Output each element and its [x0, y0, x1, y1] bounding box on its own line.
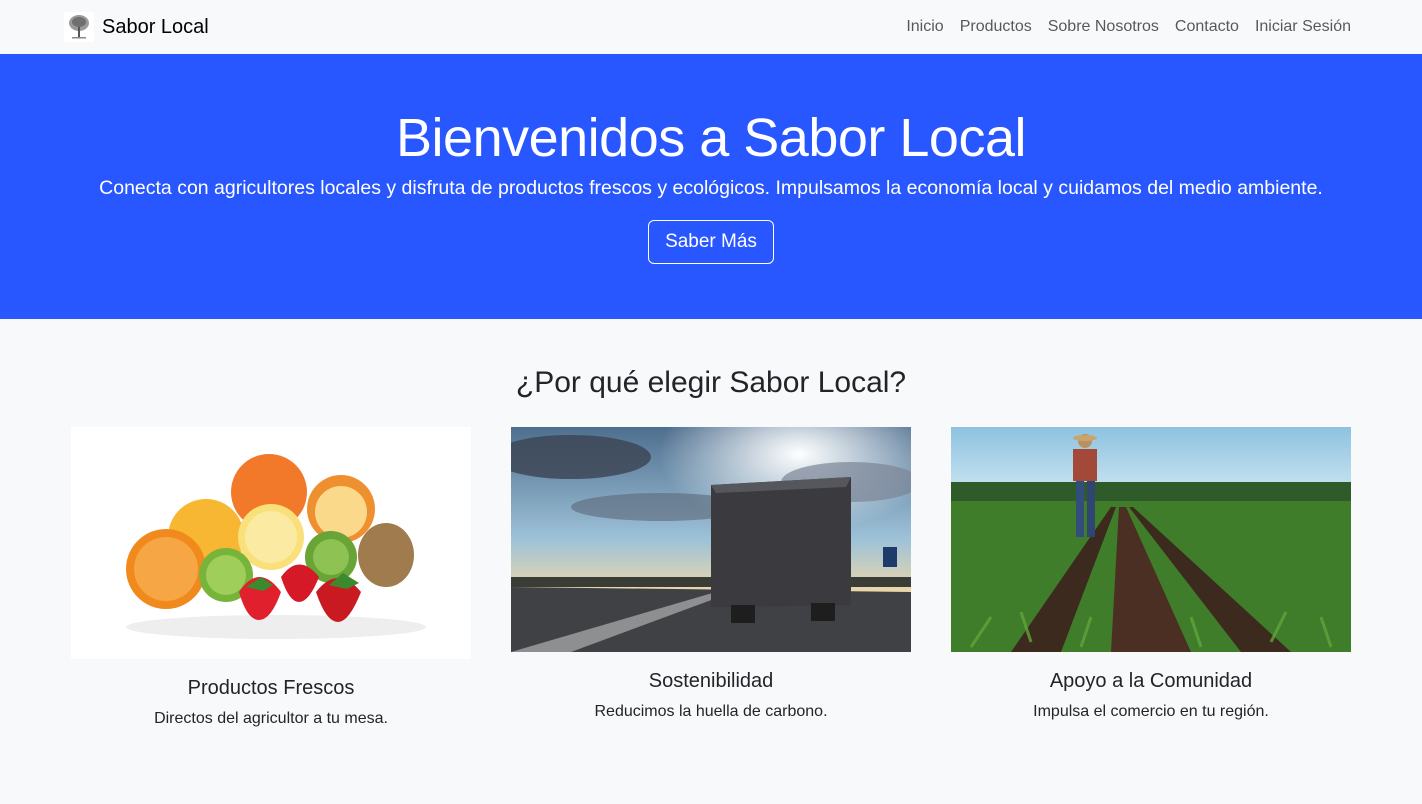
feature-card-productos-frescos: Productos Frescos Directos del agriculto…: [71, 427, 471, 728]
feature-card-sostenibilidad: Sostenibilidad Reducimos la huella de ca…: [511, 427, 911, 728]
card-title: Apoyo a la Comunidad: [1049, 670, 1253, 692]
fresh-fruit-image: [71, 427, 471, 659]
saber-mas-button[interactable]: Saber Más: [648, 219, 774, 264]
navbar: Sabor Local Inicio Productos Sobre Nosot…: [0, 0, 1422, 54]
hero-section: Bienvenidos a Sabor Local Conecta con ag…: [0, 54, 1422, 319]
hero-text: Conecta con agricultores locales y disfr…: [99, 176, 1323, 199]
card-text: Directos del agricultor a tu mesa.: [154, 710, 388, 727]
features-title: ¿Por qué elegir Sabor Local?: [515, 366, 907, 399]
farmer-in-field-image: [951, 427, 1351, 652]
brand-link[interactable]: Sabor Local: [64, 12, 209, 42]
card-text: Impulsa el comercio en tu región.: [1033, 703, 1269, 720]
card-text: Reducimos la huella de carbono.: [594, 703, 828, 720]
hero-title: Bienvenidos a Sabor Local: [396, 108, 1026, 168]
nav-links: Inicio Productos Sobre Nosotros Contacto…: [906, 18, 1351, 36]
brand-name: Sabor Local: [102, 15, 209, 38]
tree-icon: [64, 12, 94, 42]
feature-card-apoyo-comunidad: Apoyo a la Comunidad Impulsa el comercio…: [951, 427, 1351, 728]
card-title: Productos Frescos: [187, 677, 355, 699]
nav-link-productos[interactable]: Productos: [960, 18, 1032, 36]
feature-cards: Productos Frescos Directos del agriculto…: [71, 427, 1351, 728]
nav-link-sobre-nosotros[interactable]: Sobre Nosotros: [1048, 18, 1159, 36]
card-title: Sostenibilidad: [648, 670, 774, 692]
features-section: ¿Por qué elegir Sabor Local? Productos F…: [0, 319, 1422, 728]
nav-link-inicio[interactable]: Inicio: [906, 18, 943, 36]
truck-on-road-image: [511, 427, 911, 652]
nav-link-iniciar-sesion[interactable]: Iniciar Sesión: [1255, 18, 1351, 36]
nav-link-contacto[interactable]: Contacto: [1175, 18, 1239, 36]
